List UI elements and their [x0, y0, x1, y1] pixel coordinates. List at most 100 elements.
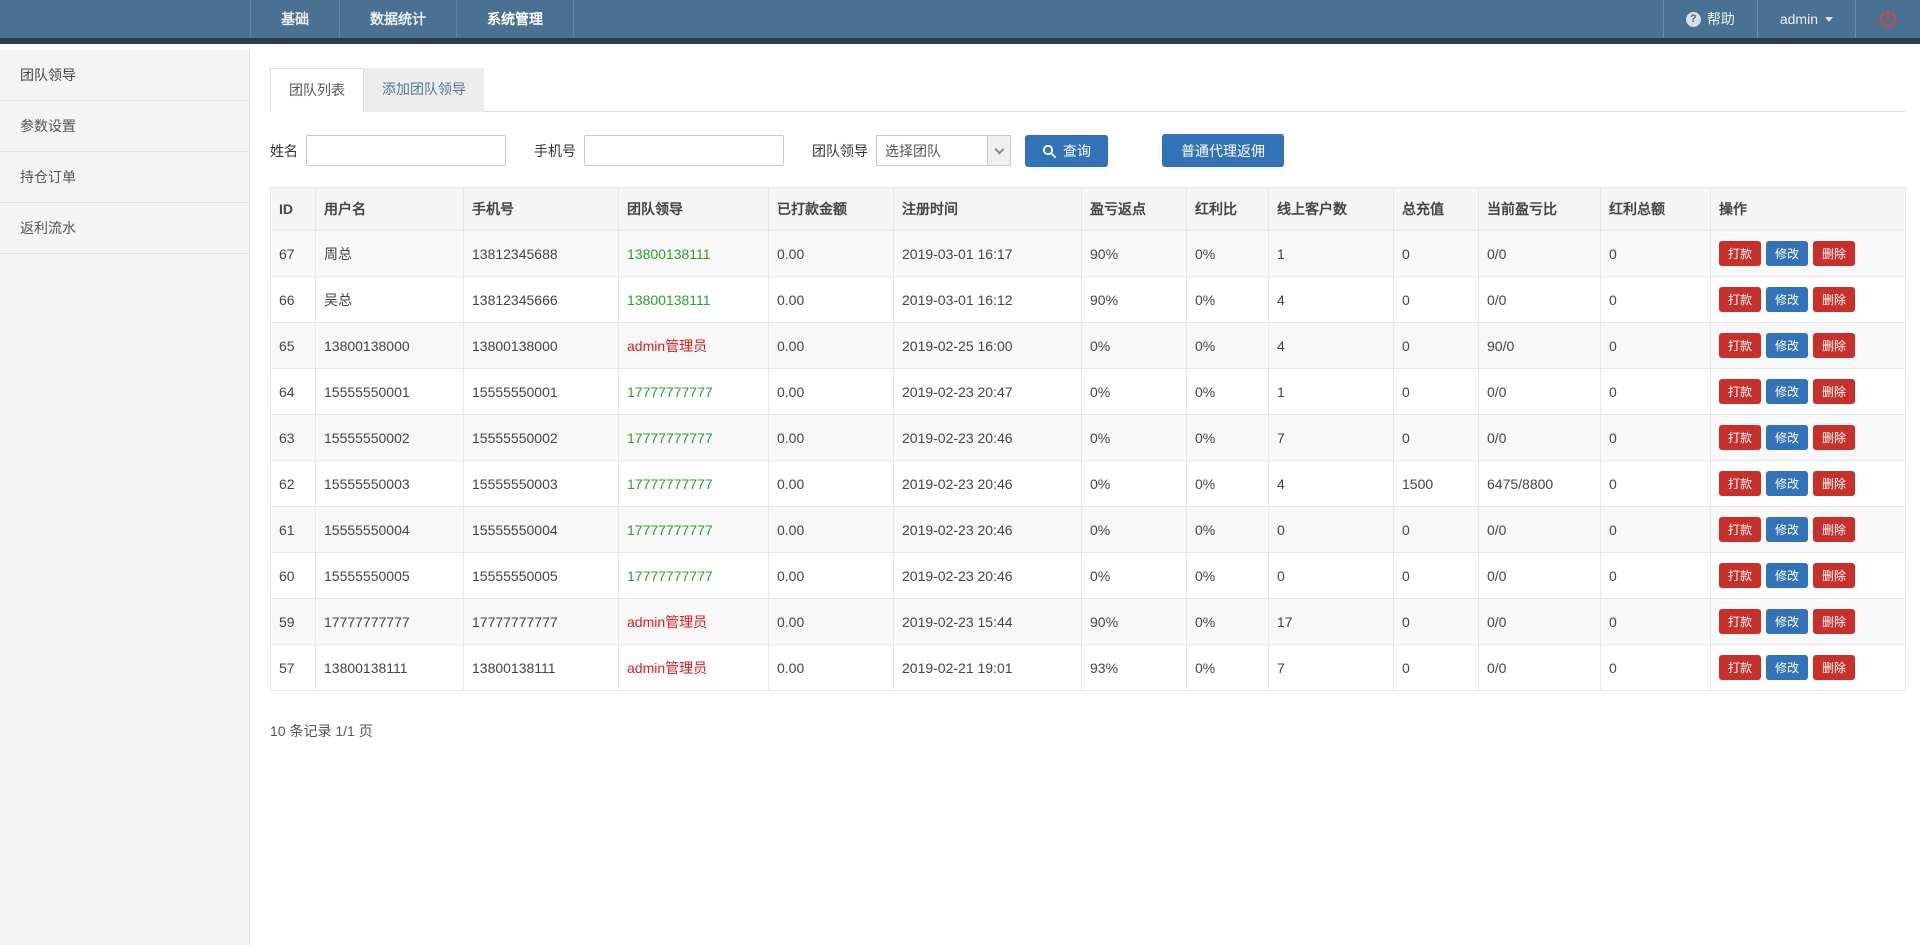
row-action-pay-button[interactable]: 打款	[1719, 379, 1761, 404]
cell-phone: 15555550004	[464, 507, 619, 553]
row-action-edit-button[interactable]: 修改	[1766, 655, 1808, 680]
row-action-pay-button[interactable]: 打款	[1719, 425, 1761, 450]
main-content: 团队列表添加团队领导 姓名 手机号 团队领导 选择团队 查询 普通代理返佣 ID…	[250, 50, 1920, 945]
row-action-pay-button[interactable]: 打款	[1719, 609, 1761, 634]
cell-paid: 0.00	[769, 645, 894, 691]
row-action-delete-button[interactable]: 删除	[1813, 563, 1855, 588]
row-action-edit-button[interactable]: 修改	[1766, 379, 1808, 404]
row-action-pay-button[interactable]: 打款	[1719, 655, 1761, 680]
row-action-delete-button[interactable]: 删除	[1813, 287, 1855, 312]
cell-id: 64	[271, 369, 316, 415]
cell-leader: 17777777777	[619, 369, 769, 415]
sidebar-item-position-orders[interactable]: 持仓订单	[0, 152, 249, 203]
cell-paid: 0.00	[769, 415, 894, 461]
help-button[interactable]: ? 帮助	[1663, 0, 1757, 38]
row-action-edit-button[interactable]: 修改	[1766, 471, 1808, 496]
cell-id: 60	[271, 553, 316, 599]
column-header: 盈亏返点	[1082, 188, 1187, 231]
sidebar-item-param-settings[interactable]: 参数设置	[0, 101, 249, 152]
row-action-delete-button[interactable]: 删除	[1813, 609, 1855, 634]
sidebar-item-rebate-flow[interactable]: 返利流水	[0, 203, 249, 254]
table-row: 651380013800013800138000admin管理员0.002019…	[271, 323, 1906, 369]
cell-pl_ratio: 0/0	[1479, 553, 1601, 599]
cell-rebate: 0%	[1082, 323, 1187, 369]
cell-leader: admin管理员	[619, 645, 769, 691]
row-action-delete-button[interactable]: 删除	[1813, 425, 1855, 450]
row-action-edit-button[interactable]: 修改	[1766, 517, 1808, 542]
cell-clients: 1	[1269, 369, 1394, 415]
cell-leader: admin管理员	[619, 599, 769, 645]
cell-rebate: 0%	[1082, 553, 1187, 599]
cell-recharge: 0	[1394, 599, 1479, 645]
search-button[interactable]: 查询	[1025, 135, 1108, 167]
row-action-edit-button[interactable]: 修改	[1766, 241, 1808, 266]
cell-pl_ratio: 90/0	[1479, 323, 1601, 369]
row-action-pay-button[interactable]: 打款	[1719, 241, 1761, 266]
cell-clients: 4	[1269, 323, 1394, 369]
nav-item-system-manage[interactable]: 系统管理	[456, 0, 574, 38]
cell-clients: 0	[1269, 553, 1394, 599]
cell-actions: 打款修改删除	[1711, 415, 1906, 461]
row-action-delete-button[interactable]: 删除	[1813, 517, 1855, 542]
nav-item-data-stats[interactable]: 数据统计	[339, 0, 456, 38]
cell-leader: admin管理员	[619, 323, 769, 369]
row-action-delete-button[interactable]: 删除	[1813, 333, 1855, 358]
nav-item-basic[interactable]: 基础	[250, 0, 339, 38]
row-action-pay-button[interactable]: 打款	[1719, 287, 1761, 312]
agent-rebate-button[interactable]: 普通代理返佣	[1162, 134, 1284, 167]
select-arrow	[987, 136, 1010, 165]
column-header: 手机号	[464, 188, 619, 231]
cell-reg_time: 2019-03-01 16:12	[894, 277, 1082, 323]
cell-username: 吴总	[316, 277, 464, 323]
row-action-edit-button[interactable]: 修改	[1766, 425, 1808, 450]
tab-bar: 团队列表添加团队领导	[270, 68, 1905, 112]
row-action-edit-button[interactable]: 修改	[1766, 609, 1808, 634]
cell-id: 66	[271, 277, 316, 323]
cell-username: 15555550001	[316, 369, 464, 415]
column-header: 注册时间	[894, 188, 1082, 231]
team-select[interactable]: 选择团队	[876, 135, 1011, 166]
help-label: 帮助	[1707, 9, 1735, 29]
name-input[interactable]	[306, 135, 506, 166]
tab-add-team-leader[interactable]: 添加团队领导	[364, 68, 484, 112]
row-action-delete-button[interactable]: 删除	[1813, 471, 1855, 496]
cell-rebate: 90%	[1082, 277, 1187, 323]
help-icon: ?	[1686, 12, 1701, 27]
column-header: 团队领导	[619, 188, 769, 231]
cell-leader: 13800138111	[619, 231, 769, 277]
table-row: 631555555000215555550002177777777770.002…	[271, 415, 1906, 461]
row-action-delete-button[interactable]: 删除	[1813, 241, 1855, 266]
row-action-edit-button[interactable]: 修改	[1766, 287, 1808, 312]
row-action-delete-button[interactable]: 删除	[1813, 379, 1855, 404]
cell-id: 62	[271, 461, 316, 507]
cell-pl_ratio: 0/0	[1479, 369, 1601, 415]
phone-input[interactable]	[584, 135, 784, 166]
nav-utilities: ? 帮助 admin	[1663, 0, 1920, 38]
row-action-pay-button[interactable]: 打款	[1719, 333, 1761, 358]
tab-team-list[interactable]: 团队列表	[270, 68, 364, 112]
cell-id: 61	[271, 507, 316, 553]
cell-actions: 打款修改删除	[1711, 599, 1906, 645]
row-action-edit-button[interactable]: 修改	[1766, 333, 1808, 358]
chevron-down-icon	[994, 144, 1004, 154]
cell-phone: 13800138000	[464, 323, 619, 369]
cell-pl_ratio: 0/0	[1479, 507, 1601, 553]
cell-clients: 7	[1269, 415, 1394, 461]
row-action-pay-button[interactable]: 打款	[1719, 471, 1761, 496]
sidebar-item-team-leader[interactable]: 团队领导	[0, 50, 249, 101]
row-action-edit-button[interactable]: 修改	[1766, 563, 1808, 588]
cell-id: 65	[271, 323, 316, 369]
row-action-delete-button[interactable]: 删除	[1813, 655, 1855, 680]
table-body: 67周总13812345688138001381110.002019-03-01…	[271, 231, 1906, 691]
cell-actions: 打款修改删除	[1711, 277, 1906, 323]
user-dropdown[interactable]: admin	[1757, 0, 1855, 38]
cell-phone: 13812345688	[464, 231, 619, 277]
cell-rebate: 0%	[1082, 507, 1187, 553]
cell-phone: 15555550005	[464, 553, 619, 599]
row-action-pay-button[interactable]: 打款	[1719, 517, 1761, 542]
table-row: 641555555000115555550001177777777770.002…	[271, 369, 1906, 415]
cell-bonus_ratio: 0%	[1187, 461, 1269, 507]
logout-button[interactable]	[1855, 0, 1920, 38]
row-action-pay-button[interactable]: 打款	[1719, 563, 1761, 588]
cell-bonus_total: 0	[1601, 553, 1711, 599]
